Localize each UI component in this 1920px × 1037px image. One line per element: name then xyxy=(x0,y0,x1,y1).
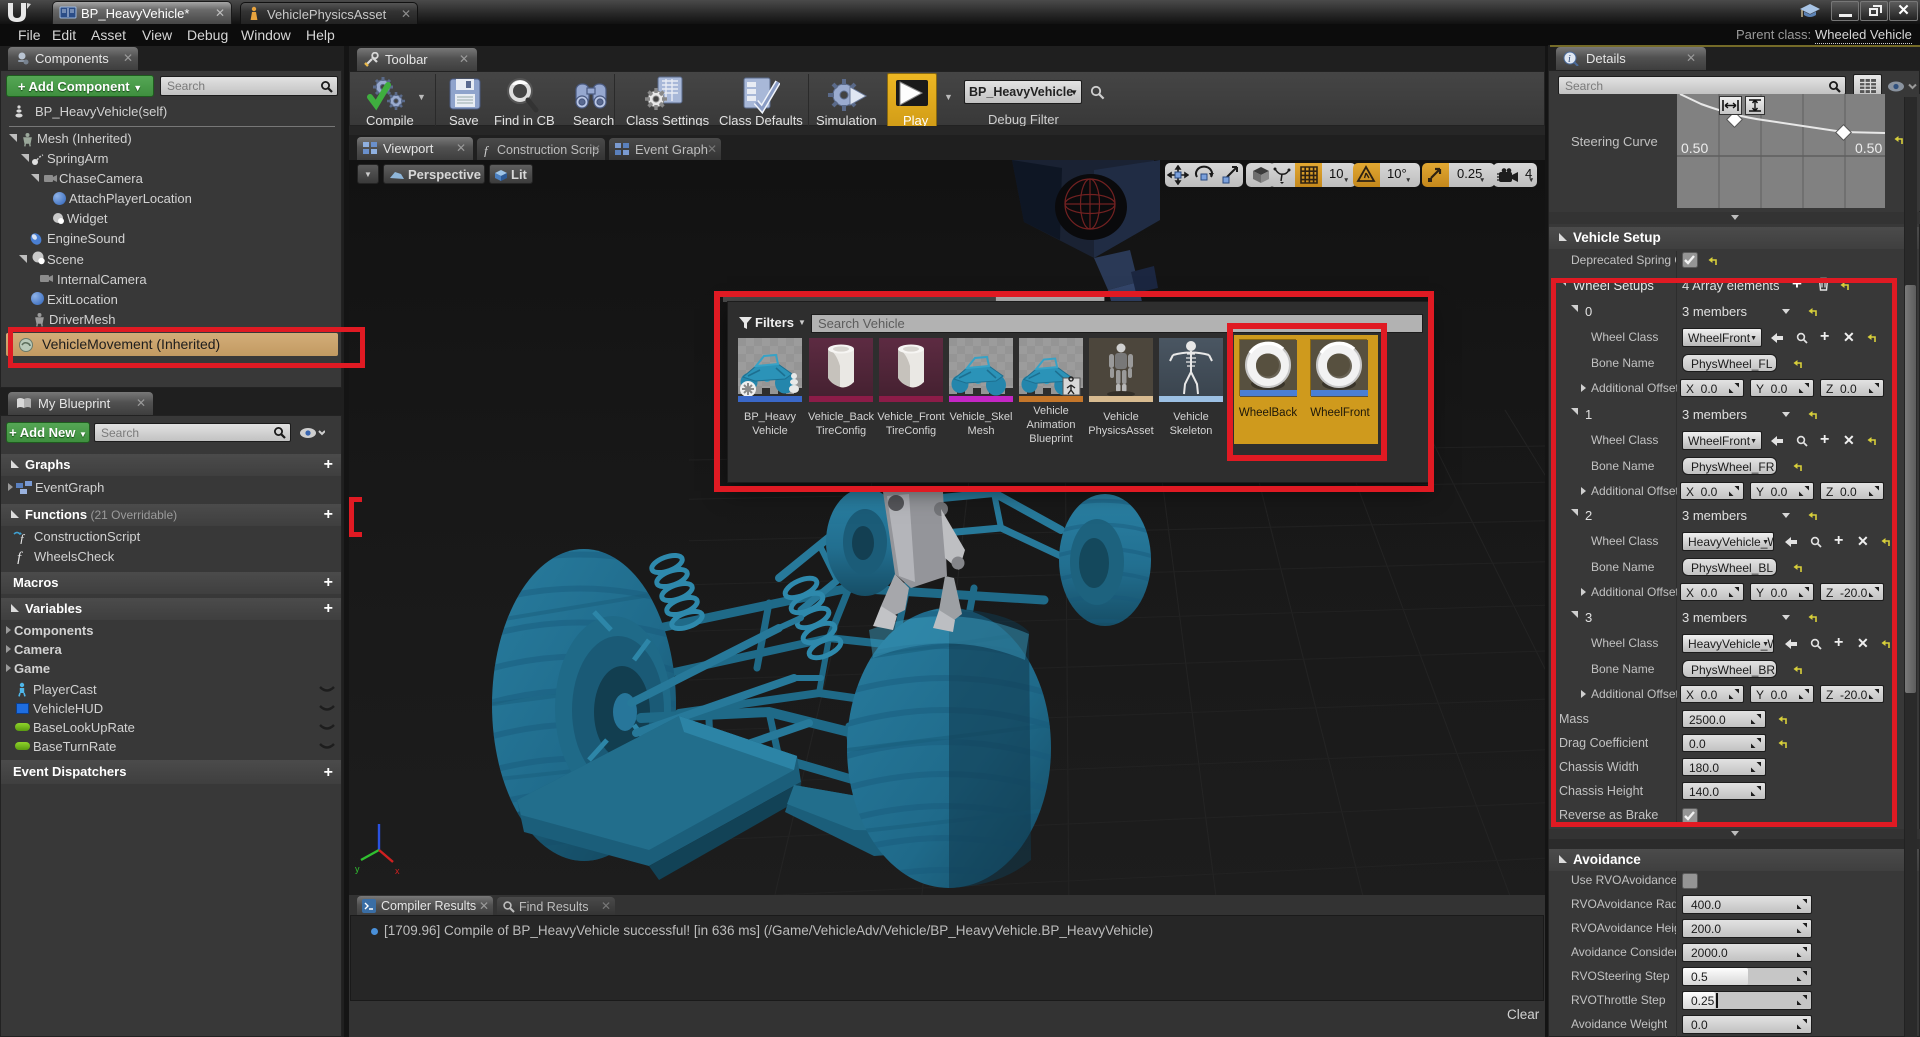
svg-text:f: f xyxy=(20,531,26,544)
svg-text:y: y xyxy=(355,864,360,874)
svg-text:f: f xyxy=(17,550,23,564)
svg-text:i: i xyxy=(1568,54,1571,65)
svg-text:f: f xyxy=(484,143,490,157)
svg-text:x: x xyxy=(395,866,400,876)
